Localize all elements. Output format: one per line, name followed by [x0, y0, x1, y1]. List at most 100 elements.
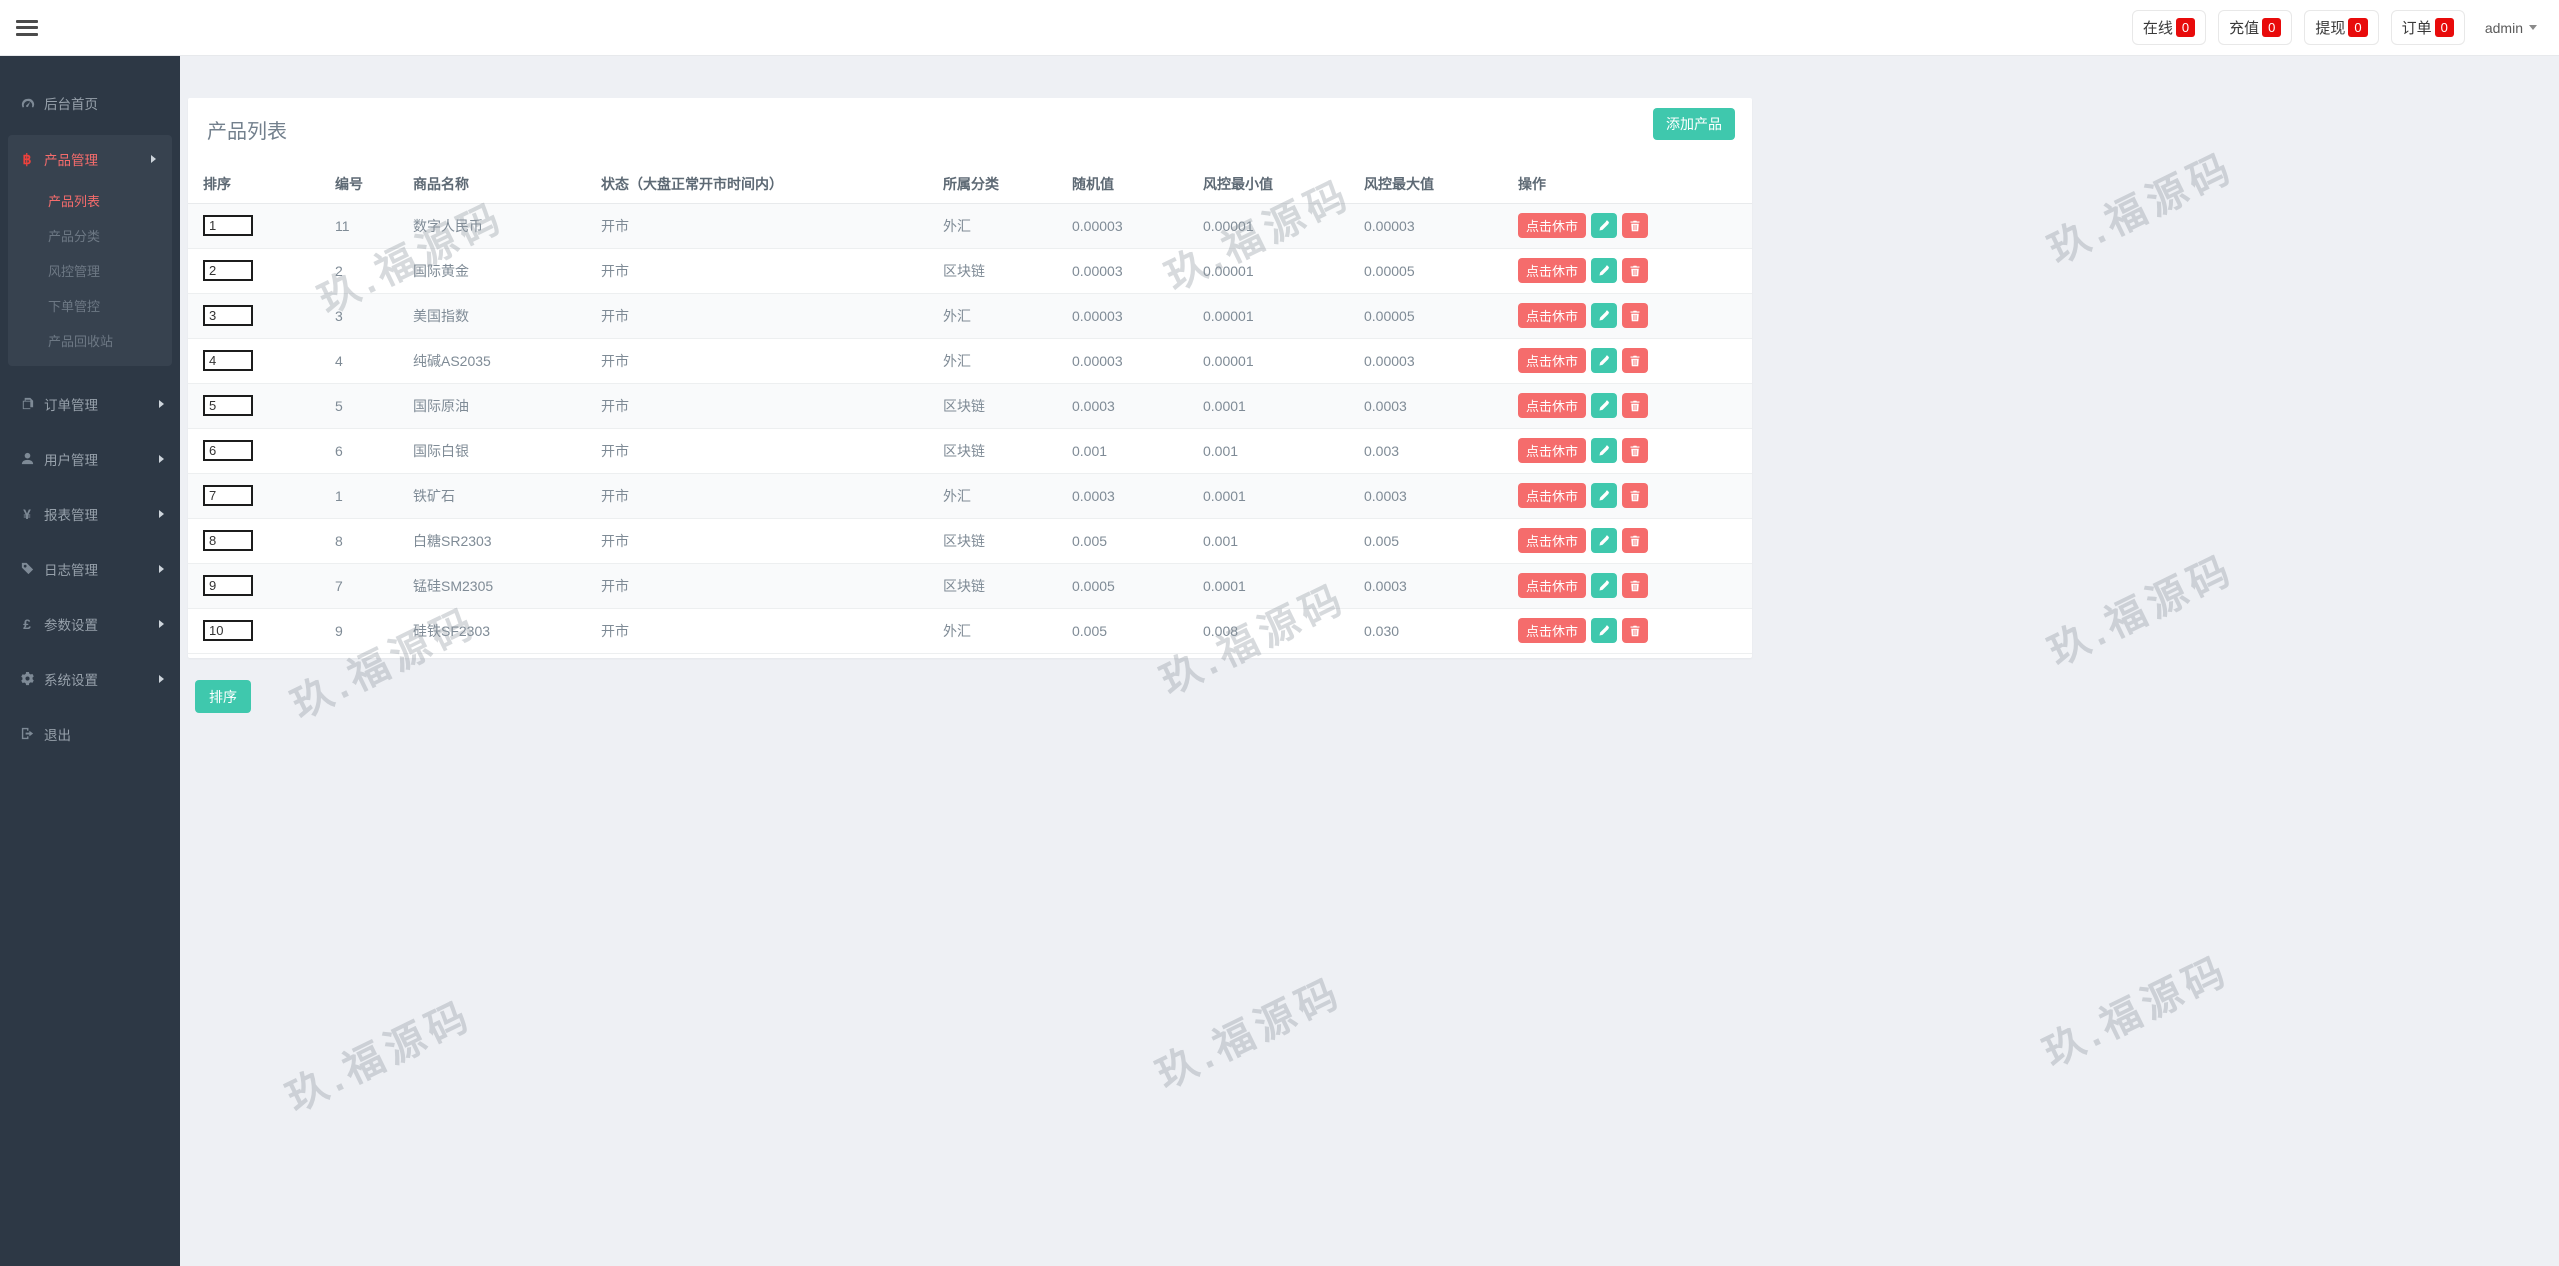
cell-status: 开市	[586, 518, 928, 564]
sort-submit-button[interactable]: 排序	[195, 680, 251, 713]
sidebar-subitem-product-list[interactable]: 产品列表	[8, 183, 172, 218]
delete-button[interactable]	[1622, 528, 1649, 553]
cell-id: 8	[320, 518, 398, 564]
stat-orders-label: 订单	[2401, 20, 2432, 37]
watermark-text: 玖.福源码	[2036, 947, 2237, 1076]
sign-out-icon	[18, 726, 36, 741]
hamburger-menu-icon[interactable]	[16, 19, 38, 36]
sidebar-item-user-management[interactable]: 用户管理	[0, 431, 180, 486]
sidebar-subitem-product-category[interactable]: 产品分类	[8, 218, 172, 253]
stat-withdraw[interactable]: 提现 0	[2304, 10, 2379, 45]
delete-button[interactable]	[1622, 483, 1649, 508]
cell-random-value: 0.0003	[1057, 473, 1188, 519]
sidebar-item-parameter-settings[interactable]: £ 参数设置	[0, 596, 180, 651]
chevron-right-icon	[159, 399, 164, 408]
cell-risk-max: 0.00003	[1349, 338, 1503, 384]
cell-id: 2	[320, 248, 398, 294]
cell-random-value: 0.0005	[1057, 563, 1188, 609]
cell-actions: 点击休市	[1503, 428, 1752, 474]
edit-button[interactable]	[1591, 393, 1618, 418]
sidebar-item-product-management[interactable]: ฿ 产品管理	[8, 135, 172, 183]
cell-sort	[188, 203, 320, 249]
toggle-market-button[interactable]: 点击休市	[1518, 438, 1587, 463]
sidebar-subitem-product-recycle[interactable]: 产品回收站	[8, 323, 172, 358]
toggle-market-button[interactable]: 点击休市	[1518, 348, 1587, 373]
edit-button[interactable]	[1591, 348, 1618, 373]
sidebar-item-dashboard[interactable]: 后台首页	[0, 79, 180, 127]
pencil-icon	[1598, 579, 1610, 592]
copy-icon	[18, 396, 36, 411]
delete-button[interactable]	[1622, 213, 1649, 238]
stat-orders[interactable]: 订单 0	[2390, 10, 2465, 45]
sidebar-subitem-label: 产品回收站	[48, 334, 114, 349]
chevron-right-icon	[159, 454, 164, 463]
edit-button[interactable]	[1591, 618, 1618, 643]
toggle-market-button[interactable]: 点击休市	[1518, 303, 1587, 328]
sidebar-item-logout[interactable]: 退出	[0, 706, 180, 761]
toggle-market-button[interactable]: 点击休市	[1518, 258, 1587, 283]
chevron-down-icon	[2529, 25, 2537, 30]
sidebar-item-label: 日志管理	[44, 562, 98, 578]
delete-button[interactable]	[1622, 393, 1649, 418]
edit-button[interactable]	[1591, 438, 1618, 463]
sort-input[interactable]	[203, 575, 253, 596]
sidebar-item-report-management[interactable]: ¥ 报表管理	[0, 486, 180, 541]
delete-button[interactable]	[1622, 573, 1649, 598]
cell-product-name: 国际白银	[398, 428, 586, 474]
toggle-market-button[interactable]: 点击休市	[1518, 618, 1587, 643]
edit-button[interactable]	[1591, 573, 1618, 598]
edit-button[interactable]	[1591, 528, 1618, 553]
admin-dropdown[interactable]: admin	[2485, 20, 2537, 36]
sidebar-item-log-management[interactable]: 日志管理	[0, 541, 180, 596]
stat-recharge-badge: 0	[2262, 18, 2282, 37]
toggle-market-button[interactable]: 点击休市	[1518, 573, 1587, 598]
edit-button[interactable]	[1591, 213, 1618, 238]
cell-sort	[188, 383, 320, 429]
sidebar-subitem-risk-management[interactable]: 风控管理	[8, 253, 172, 288]
cell-risk-min: 0.0001	[1188, 473, 1349, 519]
delete-button[interactable]	[1622, 303, 1649, 328]
cell-actions: 点击休市	[1503, 608, 1752, 654]
stat-recharge[interactable]: 充值 0	[2218, 10, 2293, 45]
sort-input[interactable]	[203, 350, 253, 371]
sidebar-subitem-order-control[interactable]: 下单管控	[8, 288, 172, 323]
col-header-random: 随机值	[1057, 165, 1188, 204]
delete-button[interactable]	[1622, 618, 1649, 643]
cell-sort	[188, 248, 320, 294]
table-row: 11 数字人民币 开市 外汇 0.00003 0.00001 0.00003 点…	[188, 203, 1752, 249]
sort-input[interactable]	[203, 440, 253, 461]
stat-online[interactable]: 在线 0	[2131, 10, 2207, 45]
delete-button[interactable]	[1622, 258, 1649, 283]
pencil-icon	[1598, 309, 1610, 322]
sort-input[interactable]	[203, 620, 253, 641]
toggle-market-button[interactable]: 点击休市	[1518, 213, 1587, 238]
cell-product-name: 美国指数	[398, 293, 586, 339]
edit-button[interactable]	[1591, 303, 1618, 328]
trash-icon	[1629, 310, 1641, 322]
sidebar-item-system-settings[interactable]: 系统设置	[0, 651, 180, 706]
toggle-market-button[interactable]: 点击休市	[1518, 483, 1587, 508]
sort-input[interactable]	[203, 395, 253, 416]
navbar-right: 在线 0 充值 0 提现 0 订单 0 admin	[2131, 10, 2543, 45]
delete-button[interactable]	[1622, 438, 1649, 463]
cell-product-name: 硅铁SF2303	[398, 608, 586, 654]
delete-button[interactable]	[1622, 348, 1649, 373]
edit-button[interactable]	[1591, 258, 1618, 283]
pencil-icon	[1598, 399, 1610, 412]
cell-id: 6	[320, 428, 398, 474]
chevron-right-icon	[159, 674, 164, 683]
edit-button[interactable]	[1591, 483, 1618, 508]
sort-input[interactable]	[203, 215, 253, 236]
toggle-market-button[interactable]: 点击休市	[1518, 393, 1587, 418]
cell-product-name: 白糖SR2303	[398, 518, 586, 564]
sort-input[interactable]	[203, 530, 253, 551]
sidebar-item-order-management[interactable]: 订单管理	[0, 376, 180, 431]
add-product-button[interactable]: 添加产品	[1653, 108, 1735, 140]
watermark-text: 玖.福源码	[1149, 969, 1350, 1098]
cell-risk-max: 0.0003	[1349, 383, 1503, 429]
product-table-wrap: 排序 编号 商品名称 状态（大盘正常开市时间内） 所属分类 随机值 风控最小值 …	[188, 165, 1752, 654]
sort-input[interactable]	[203, 305, 253, 326]
sort-input[interactable]	[203, 260, 253, 281]
sort-input[interactable]	[203, 485, 253, 506]
toggle-market-button[interactable]: 点击休市	[1518, 528, 1587, 553]
